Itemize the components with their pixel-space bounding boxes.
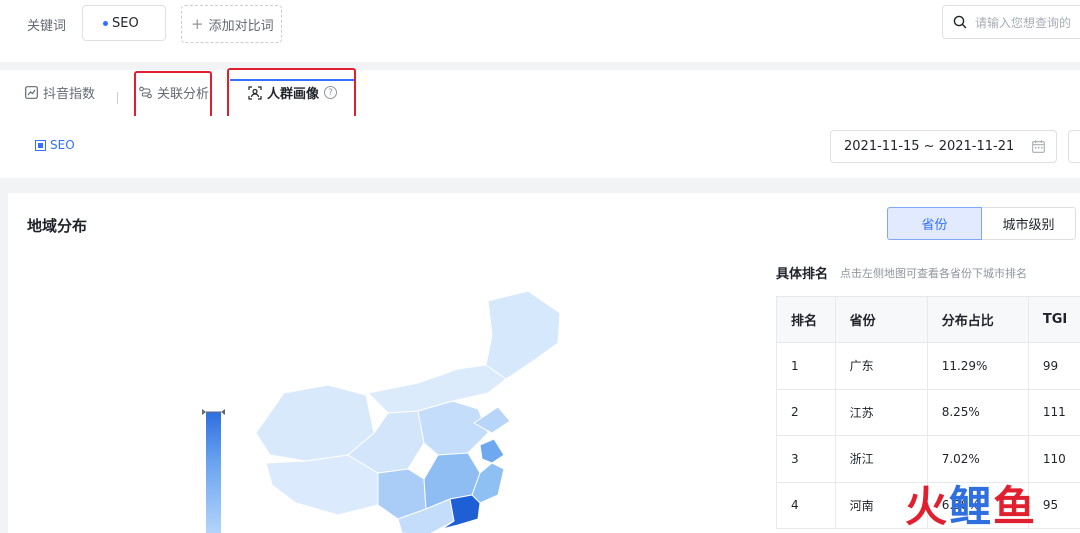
tab-label: 抖音指数: [43, 87, 96, 102]
add-compare-button[interactable]: + 添加对比词: [181, 5, 282, 43]
column-header-province: 省份: [834, 296, 928, 343]
cell-rank: 2: [776, 388, 836, 436]
search-icon: [953, 15, 967, 29]
search-input[interactable]: 请输入您想查询的: [942, 5, 1080, 39]
watermark-char: 鱼: [993, 482, 1038, 531]
table-row[interactable]: 1 广东 11.29% 99: [776, 342, 1080, 390]
segment-province[interactable]: 省份: [887, 207, 982, 240]
legend-label: SEO: [50, 138, 75, 152]
checkbox-icon: [35, 139, 46, 151]
table-header-row: 排名 省份 分布占比 TGI: [776, 296, 1080, 343]
column-header-share: 分布占比: [926, 296, 1029, 343]
map-northeast[interactable]: [485, 290, 561, 380]
map-tibet[interactable]: [265, 454, 379, 516]
panel-title: 地域分布: [27, 217, 88, 235]
table-row[interactable]: 3 浙江 7.02% 110: [776, 435, 1080, 483]
column-header-tgi: TGI: [1027, 296, 1080, 343]
filter-select[interactable]: [1068, 130, 1080, 163]
segment-city-level[interactable]: 城市级别: [982, 207, 1076, 240]
cell-rank: 1: [776, 342, 836, 390]
tab-douyin-index[interactable]: 抖音指数: [25, 83, 95, 102]
map-jiangsu[interactable]: [479, 438, 505, 464]
ranking-title: 具体排名: [776, 267, 829, 282]
cell-tgi: 111: [1027, 388, 1080, 436]
cell-share: 7.02%: [926, 435, 1029, 483]
table-row[interactable]: 2 江苏 8.25% 111: [776, 388, 1080, 436]
cell-rank: 4: [776, 481, 836, 529]
cell-province: 广东: [834, 342, 928, 390]
tab-bar: 抖音指数 关联分析 人群画像 ?: [0, 68, 1080, 128]
cell-province: 江苏: [834, 388, 928, 436]
keyword-dot-icon: [103, 20, 108, 26]
calendar-icon: [1032, 140, 1045, 153]
keyword-label: 关键词: [27, 19, 67, 34]
filter-bar: SEO 2021-11-15 ~ 2021-11-21: [0, 116, 1080, 178]
cell-tgi: 110: [1027, 435, 1080, 483]
map-north-china[interactable]: [417, 400, 489, 456]
keyword-bar: 关键词 SEO + 添加对比词 请输入您想查询的: [0, 0, 1080, 62]
cell-share: 8.25%: [926, 388, 1029, 436]
china-region-map[interactable]: [188, 283, 608, 533]
cell-tgi: 99: [1027, 342, 1080, 390]
watermark-char: 鲤: [949, 482, 994, 531]
legend-range-handle[interactable]: [202, 409, 225, 415]
map-color-legend: [206, 412, 221, 533]
search-placeholder: 请输入您想查询的: [975, 15, 1072, 30]
tab-divider: [117, 92, 118, 104]
cell-share: 11.29%: [926, 342, 1029, 390]
watermark-char: 火: [905, 482, 950, 531]
plus-icon: +: [191, 15, 204, 33]
cell-province: 浙江: [834, 435, 928, 483]
ranking-hint: 点击左侧地图可查看各省份下城市排名: [840, 267, 1027, 280]
region-segmented-control: 省份 城市级别: [887, 207, 1076, 240]
keyword-chip-label: SEO: [112, 15, 139, 31]
trend-icon: [25, 86, 38, 99]
add-compare-label: 添加对比词: [208, 18, 274, 34]
keyword-chip[interactable]: SEO: [82, 5, 166, 41]
date-range-value: 2021-11-15 ~ 2021-11-21: [844, 139, 1015, 154]
date-range-picker[interactable]: 2021-11-15 ~ 2021-11-21: [830, 130, 1057, 163]
watermark-logo: 火 鲤 鱼: [905, 486, 1037, 528]
keyword-legend-toggle[interactable]: SEO: [35, 138, 75, 152]
column-header-rank: 排名: [776, 296, 836, 343]
cell-rank: 3: [776, 435, 836, 483]
